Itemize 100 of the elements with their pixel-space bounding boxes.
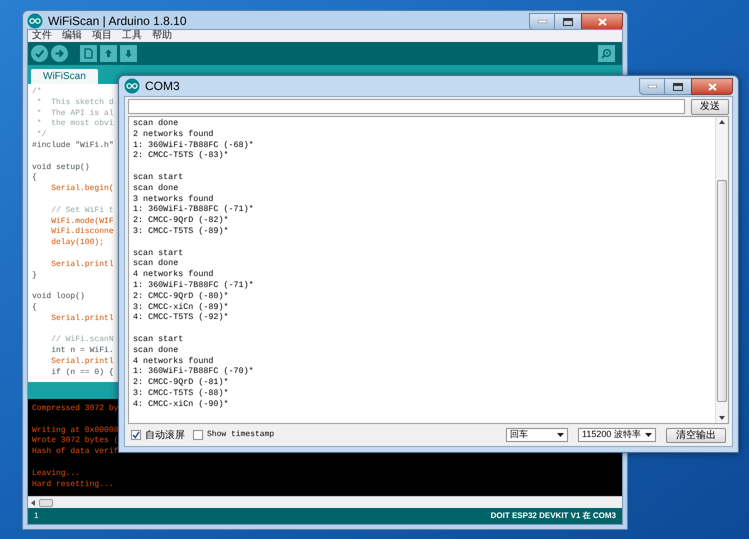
close-button[interactable] — [691, 78, 733, 95]
open-button[interactable] — [100, 45, 117, 62]
output-line: 2: CMCC-9QrD (-80)* — [133, 290, 228, 302]
output-line: scan done — [133, 344, 178, 356]
maximize-button[interactable] — [665, 78, 691, 95]
output-line: 3: CMCC-T5TS (-89)* — [133, 226, 228, 237]
code-line: void setup() — [32, 162, 90, 173]
checkbox-label: Show timestamp — [207, 429, 274, 441]
up-arrow-icon — [103, 48, 114, 59]
new-button[interactable] — [80, 45, 97, 62]
code-comment: /* — [32, 87, 42, 98]
code-line: { — [32, 302, 37, 314]
minimize-icon — [648, 85, 656, 88]
scroll-down-icon — [719, 416, 725, 420]
code-line: WiFi.mode(WIF — [50, 216, 114, 227]
output-line: 3: CMCC-xiCn (-89)* — [133, 302, 228, 312]
code-line: int n = WiFi. — [50, 346, 114, 357]
code-comment: */ — [36, 130, 46, 141]
output-line: 1: 360WiFi-7B88FC (-71)* — [133, 204, 254, 216]
console-line: Compressed 3072 by — [32, 404, 118, 415]
output-line: 2: CMCC-9QrD (-82)* — [133, 215, 228, 226]
scrollbar-thumb[interactable] — [717, 180, 727, 402]
output-line: scan start — [133, 334, 184, 345]
menu-item[interactable]: 帮助 — [152, 30, 172, 42]
output-line: 4 networks found — [133, 269, 214, 280]
dropdown[interactable]: 115200 波特率 — [578, 428, 656, 442]
magnifier-icon — [601, 48, 612, 59]
horizontal-scrollbar[interactable] — [28, 496, 622, 508]
scroll-left-icon — [31, 500, 36, 506]
menu-item[interactable]: 编辑 — [62, 30, 82, 42]
file-tab[interactable]: WiFiScan — [31, 69, 98, 84]
output-line: 2: CMCC-9QrD (-81)* — [133, 377, 228, 388]
code-line: Serial.printl — [50, 356, 114, 368]
output-line: 4: CMCC-xiCn (-90)* — [133, 398, 228, 410]
checkmark-icon — [34, 48, 45, 59]
code-line: void loop() — [32, 292, 85, 303]
code-line: delay(100); — [50, 238, 104, 249]
output-line: 3: CMCC-T5TS (-88)* — [133, 388, 228, 399]
clear-output-button[interactable]: 清空输出 — [666, 428, 726, 442]
code-line: Serial.printl — [50, 314, 114, 325]
checkbox-label: 自动滚屏 — [145, 428, 185, 442]
verify-button[interactable] — [31, 45, 48, 62]
upload-button[interactable] — [51, 45, 68, 62]
output-line: scan done — [133, 182, 178, 194]
menu-item[interactable]: 工具 — [122, 30, 142, 42]
console-line: Wrote 3072 bytes ( — [32, 436, 118, 447]
console-line: Writing at 0x00008 — [32, 426, 118, 436]
code-comment: * the most obvi — [36, 119, 114, 130]
serial-monitor-button[interactable] — [598, 45, 615, 62]
minimize-button[interactable] — [639, 78, 665, 95]
send-button[interactable]: 发送 — [691, 98, 729, 114]
code-line: if (n == 0) { — [50, 368, 114, 379]
output-line: 4 networks found — [133, 356, 214, 366]
checkbox[interactable] — [193, 430, 203, 440]
output-line: 4: CMCC-T5TS (-92)* — [133, 312, 228, 324]
code-line: Serial.printl — [50, 260, 114, 271]
maximize-button[interactable] — [555, 13, 581, 30]
dropdown[interactable]: 回车 — [506, 428, 568, 442]
code-comment: // WiFi.scanN — [50, 335, 114, 346]
output-line: 3 networks found — [133, 194, 214, 204]
right-arrow-icon — [54, 48, 65, 59]
output-line: 1: 360WiFi-7B88FC (-71)* — [133, 280, 254, 291]
code-line: #include "WiFi.h" — [32, 140, 114, 152]
code-line: Serial.begin( — [50, 184, 114, 195]
caret-icon — [557, 433, 564, 437]
checkbox[interactable] — [131, 430, 141, 440]
arduino-logo-icon — [124, 78, 140, 94]
checkmark-icon — [132, 431, 140, 439]
menu-item[interactable]: 项目 — [92, 30, 112, 42]
close-icon — [708, 82, 716, 90]
code-line: WiFi.disconne — [50, 227, 114, 238]
window-title: COM3 — [145, 78, 180, 94]
code-line: } — [32, 270, 37, 282]
caret-icon — [645, 433, 652, 437]
scrollbar-thumb[interactable] — [39, 498, 53, 506]
vertical-scrollbar[interactable] — [715, 117, 728, 423]
code-line: { — [32, 173, 37, 184]
close-icon — [598, 18, 606, 26]
save-button[interactable] — [120, 45, 137, 62]
menu-item[interactable]: 文件 — [32, 30, 52, 42]
down-arrow-icon — [123, 48, 134, 59]
output-line: 2 networks found — [133, 128, 214, 140]
code-comment: * This sketch d — [36, 98, 114, 109]
document-icon — [83, 48, 94, 59]
output-line: 2: CMCC-T5TS (-83)* — [133, 150, 228, 162]
output-line: scan done — [133, 258, 178, 270]
output-line: scan start — [133, 172, 184, 183]
output-line: scan start — [133, 248, 184, 258]
close-button[interactable] — [581, 13, 623, 30]
output-line: 1: 360WiFi-7B88FC (-70)* — [133, 366, 254, 378]
send-input-field[interactable] — [128, 99, 685, 114]
scroll-up-icon — [719, 120, 725, 124]
console-line: Hard resetting... — [32, 480, 114, 490]
code-comment: * The API is al — [36, 108, 114, 119]
minimize-button[interactable] — [529, 13, 555, 30]
maximize-icon — [673, 82, 683, 90]
line-number: 1 — [34, 510, 38, 522]
code-comment: // Set WiFi t — [50, 206, 114, 217]
console-line: Leaving... — [32, 468, 80, 480]
window-title: WiFiScan | Arduino 1.8.10 — [48, 13, 187, 29]
